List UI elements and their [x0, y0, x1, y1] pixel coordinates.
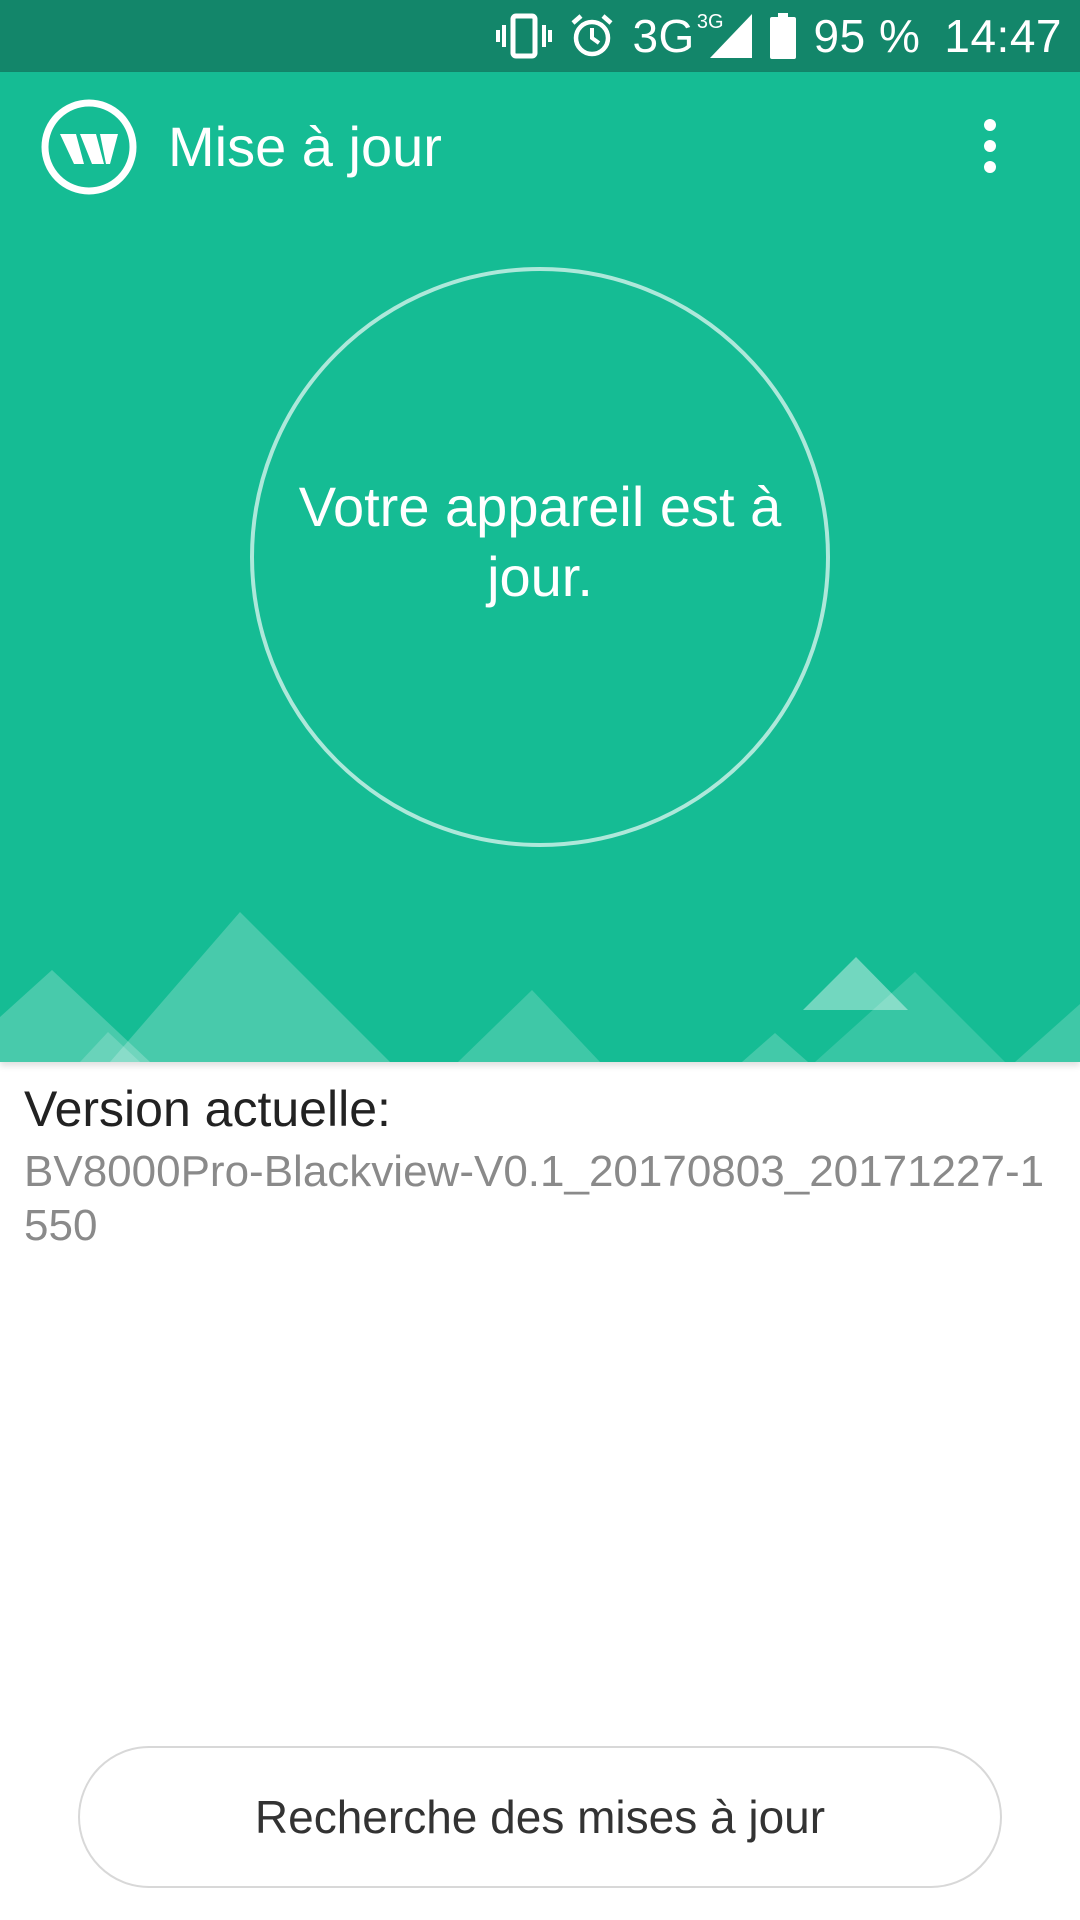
update-status-message: Votre appareil est à jour.	[298, 475, 782, 608]
version-label: Version actuelle:	[24, 1081, 391, 1137]
status-circle: Votre appareil est à jour.	[250, 267, 830, 847]
page-title: Mise à jour	[168, 115, 442, 178]
battery-percent: 95 %	[813, 10, 921, 62]
clock-time: 14:47	[944, 10, 1062, 62]
alarm-icon	[570, 13, 614, 59]
signal-icon: 3G 3G	[632, 9, 752, 63]
network-type-small: 3G	[696, 10, 724, 33]
update-status-panel: Mise à jour Votre appareil est à jour.	[0, 72, 1080, 1062]
update-app-logo	[41, 99, 137, 195]
network-type: 3G	[632, 10, 695, 62]
version-value: BV8000Pro-Blackview-V0.1_20170803_201712…	[24, 1147, 1045, 1250]
check-updates-button[interactable]: Recherche des mises à jour	[78, 1746, 1002, 1888]
app-bar: Mise à jour	[0, 72, 1080, 228]
overflow-menu-icon[interactable]	[956, 108, 1024, 184]
status-bar: 3G 3G 95 % 14:47	[0, 0, 1080, 72]
battery-icon	[769, 13, 796, 59]
vibrate-icon	[496, 13, 553, 59]
